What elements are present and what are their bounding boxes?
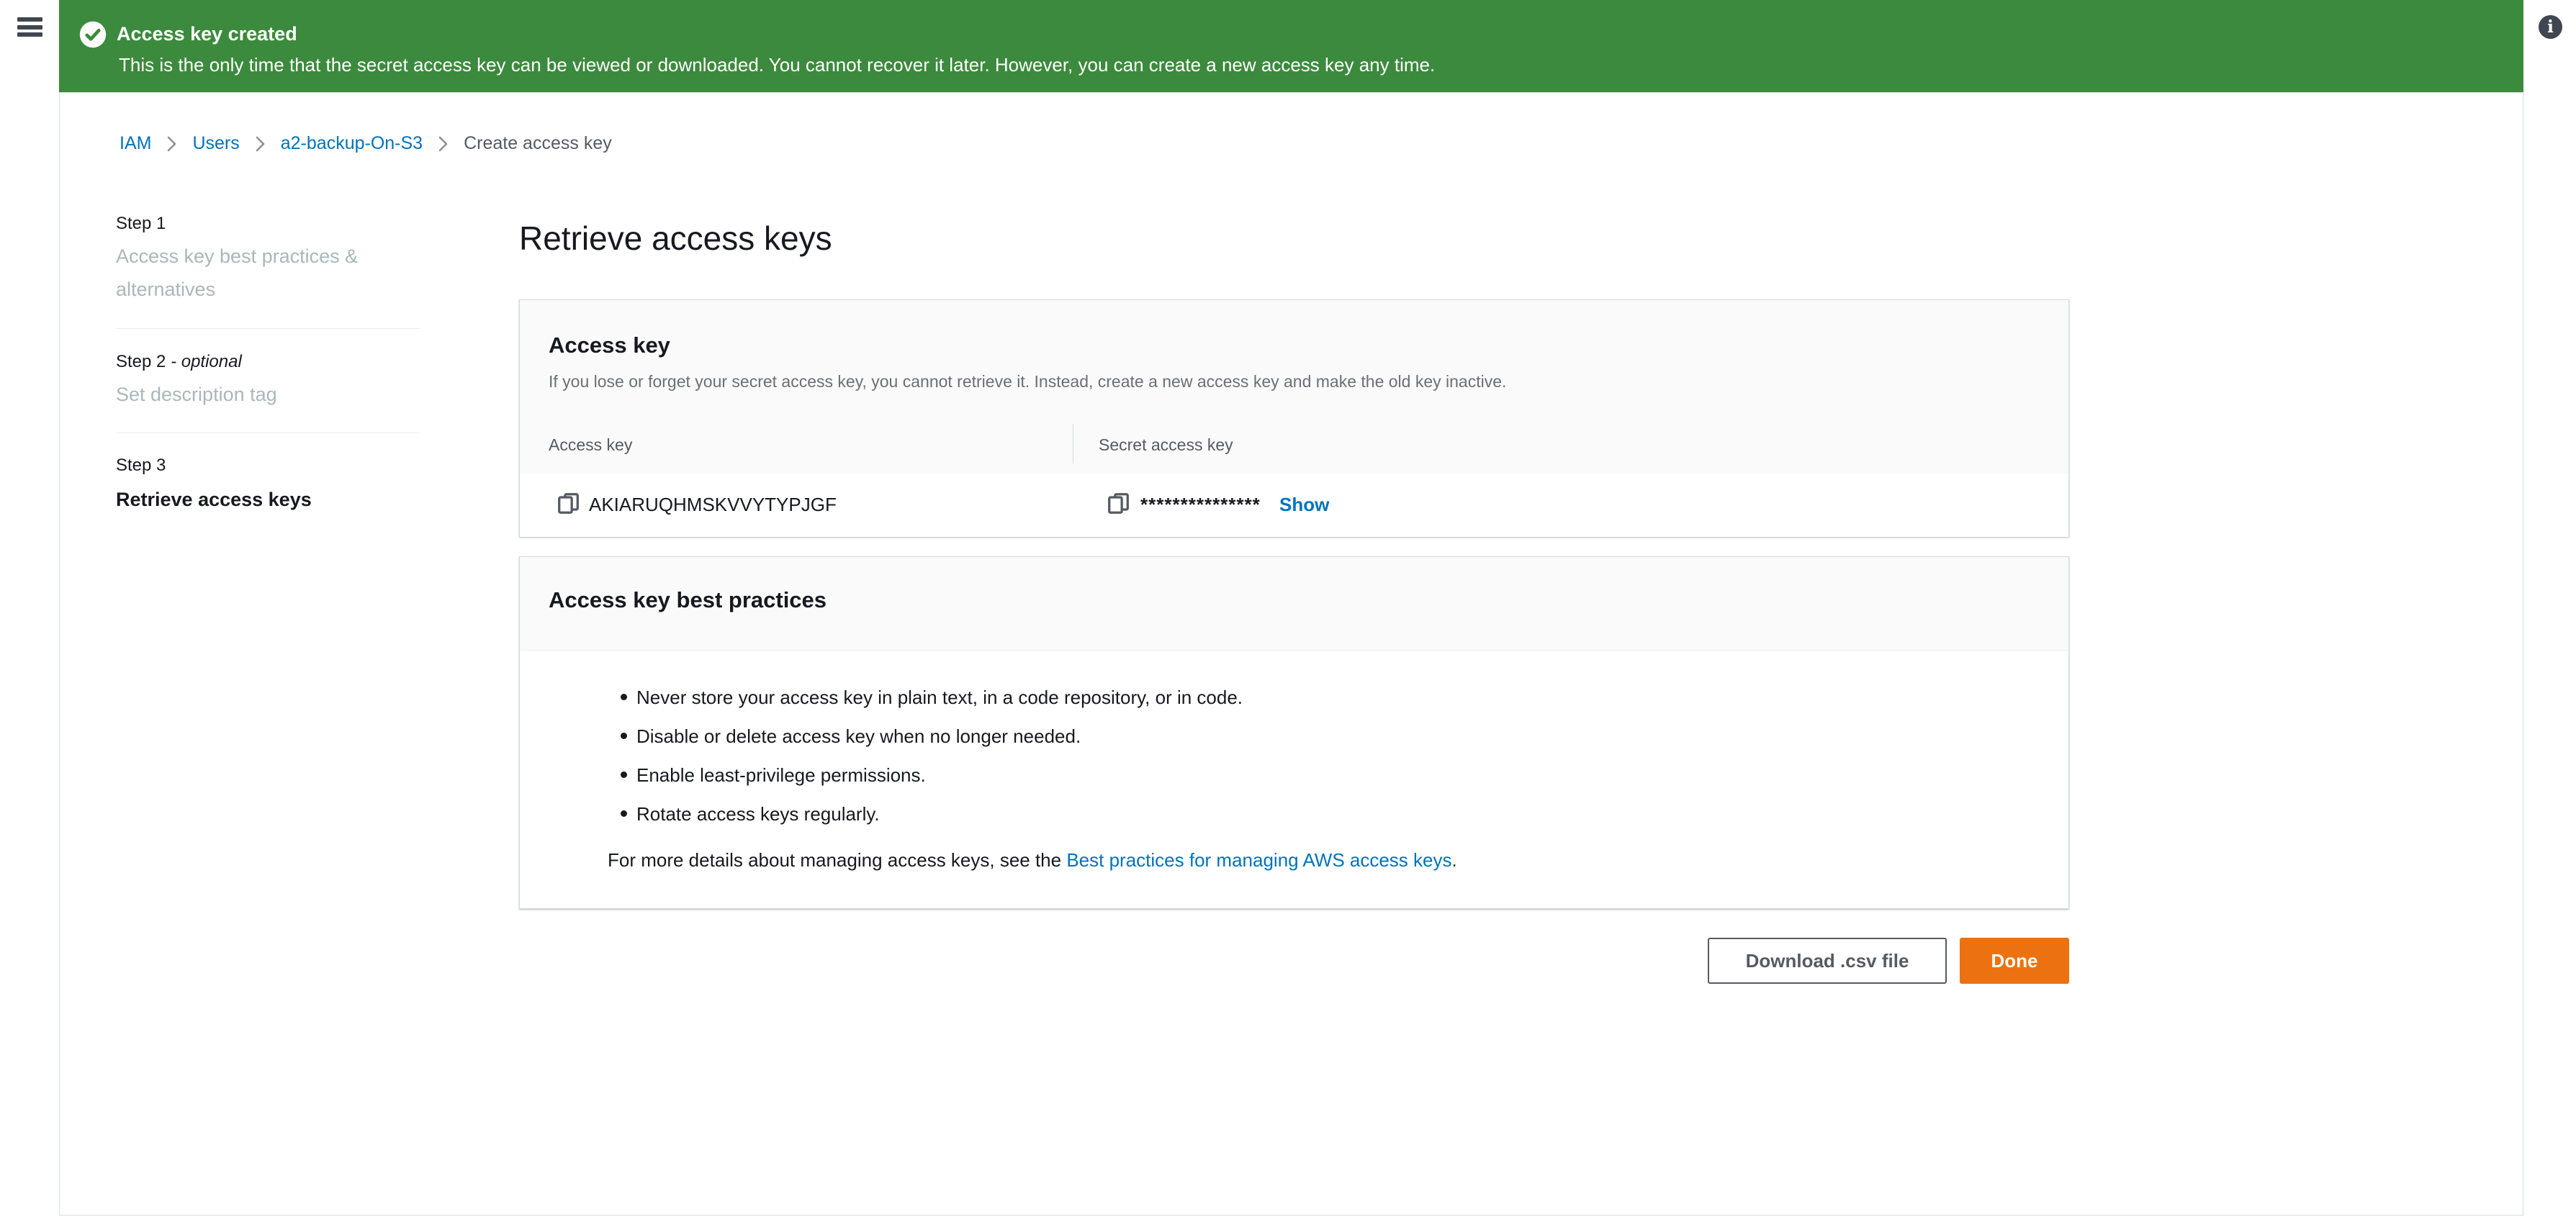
bullet-item: Enable least-privilege permissions. [636, 764, 926, 787]
breadcrumb-link-iam[interactable]: IAM [120, 133, 151, 154]
step2-optional-label: - optional [171, 352, 242, 371]
done-button[interactable]: Done [1960, 938, 2069, 984]
hamburger-bar [17, 25, 42, 30]
bullet-dot [621, 694, 627, 700]
step1-number: Step 1 [116, 214, 166, 234]
access-key-card-header: Access key If you lose or forget your se… [520, 300, 2068, 474]
bullet-item: Never store your access key in plain tex… [636, 687, 1243, 709]
show-secret-link[interactable]: Show [1279, 494, 1329, 516]
menu-hamburger-icon[interactable] [17, 17, 42, 37]
best-practices-link[interactable]: Best practices for managing AWS access k… [1066, 849, 1451, 871]
step2-number: Step 2 - optional [116, 352, 242, 372]
bullet-dot [621, 733, 627, 739]
breadcrumb-current: Create access key [464, 133, 612, 154]
access-key-card: Access key If you lose or forget your se… [519, 299, 2069, 537]
best-practices-card-title: Access key best practices [549, 587, 827, 613]
best-practices-card: Access key best practices Never store yo… [519, 556, 2069, 909]
access-key-card-title: Access key [549, 332, 670, 358]
content-panel: IAM Users a2-backup-On-S3 Create access … [59, 92, 2523, 1216]
table-row: AKIARUQHMSKVVYTYPJGF *************** Sho… [520, 474, 2068, 537]
best-practices-footer: For more details about managing access k… [608, 849, 1457, 872]
wizard-actions: Download .csv file Done [60, 938, 2069, 984]
download-csv-button[interactable]: Download .csv file [1708, 938, 1947, 984]
copy-access-key-icon[interactable] [557, 492, 580, 515]
aws-console-screen: Access key created This is the only time… [0, 0, 2576, 1222]
breadcrumb: IAM Users a2-backup-On-S3 Create access … [120, 133, 612, 154]
step2-link: Set description tag [116, 378, 277, 411]
breadcrumb-link-users[interactable]: Users [192, 133, 239, 154]
bullet-item: Disable or delete access key when no lon… [636, 725, 1081, 748]
footer-text: For more details about managing access k… [608, 849, 1066, 871]
hamburger-bar [17, 17, 42, 22]
bullet-item: Rotate access keys regularly. [636, 803, 880, 825]
best-practices-card-header: Access key best practices [520, 557, 2068, 651]
flash-title: Access key created [117, 22, 297, 46]
step3-link-current: Retrieve access keys [116, 483, 312, 516]
footer-period: . [1452, 849, 1457, 871]
copy-secret-key-icon[interactable] [1107, 492, 1130, 515]
access-key-value: AKIARUQHMSKVVYTYPJGF [589, 494, 837, 516]
column-header-access-key: Access key [549, 435, 632, 455]
page-title: Retrieve access keys [519, 218, 832, 258]
chevron-right-icon [167, 136, 176, 152]
step1-link: Access key best practices & alternatives [116, 240, 404, 306]
column-header-secret-access-key: Secret access key [1099, 435, 1233, 455]
bullet-dot [621, 810, 627, 817]
step-divider [116, 328, 420, 329]
secret-access-key-masked: *************** [1140, 494, 1261, 516]
info-icon[interactable]: i [2539, 15, 2562, 39]
hamburger-bar [17, 32, 42, 37]
access-key-card-description: If you lose or forget your secret access… [549, 372, 1506, 392]
chevron-right-icon [438, 136, 448, 152]
success-check-icon [79, 21, 107, 48]
info-glyph: i [2547, 17, 2554, 37]
bullet-dot [621, 771, 627, 778]
step3-number: Step 3 [116, 456, 166, 476]
chevron-right-icon [256, 136, 265, 152]
flash-message: This is the only time that the secret ac… [119, 53, 1435, 76]
success-flash-banner: Access key created This is the only time… [59, 0, 2523, 92]
breadcrumb-link-user-name[interactable]: a2-backup-On-S3 [281, 133, 423, 154]
